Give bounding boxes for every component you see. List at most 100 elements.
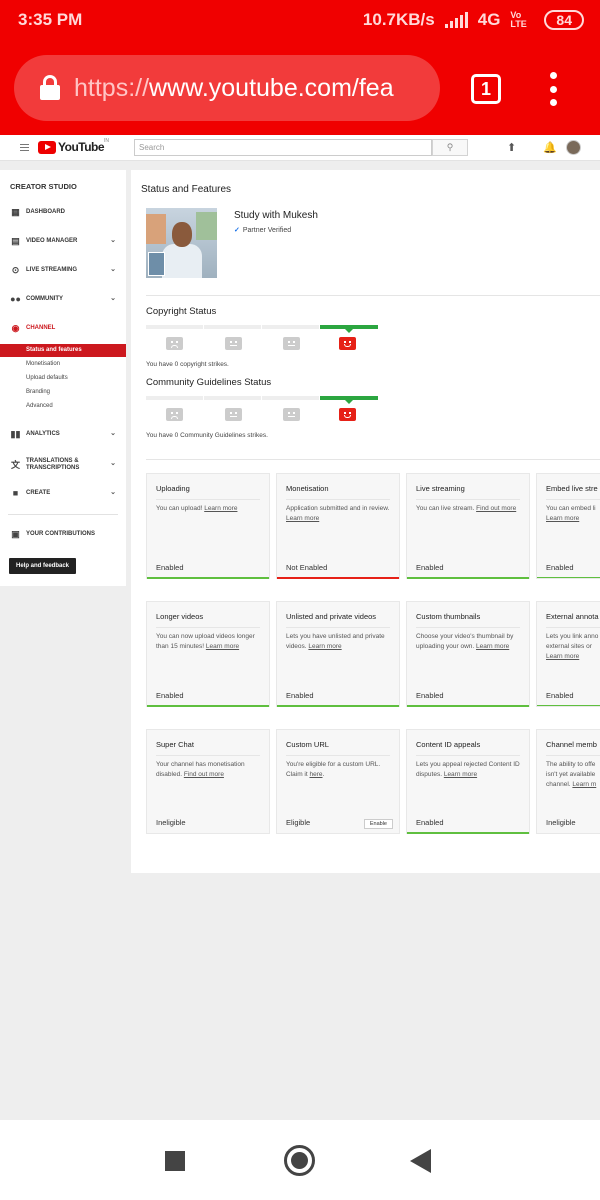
happy-face-icon [339,408,356,421]
learn-more-link[interactable]: Learn more [546,653,579,660]
claim-url-link[interactable]: here [309,771,322,778]
partner-label: Partner Verified [242,227,292,234]
search-button[interactable]: ⚲ [432,139,468,156]
learn-more-link[interactable]: Learn m [572,781,596,788]
neutral-face-icon [225,337,242,350]
sidebar-subitem-branding[interactable]: Branding [0,386,126,399]
address-bar[interactable]: https://www.youtube.com/fea [14,55,440,121]
analytics-icon: ▮▮ [10,428,21,439]
recents-button-icon[interactable] [165,1151,185,1171]
battery-indicator: 84 [544,10,584,30]
tab-switcher-button[interactable]: 1 [471,74,501,104]
sad-face-icon [166,408,183,421]
sidebar-label: VIDEO MANAGER [26,237,78,244]
channel-name[interactable]: Study with Mukesh [234,210,318,221]
back-button-icon[interactable] [410,1149,431,1173]
card-title: External annota [546,612,599,621]
channel-avatar[interactable] [146,208,217,278]
current-indicator [345,329,353,333]
chevron-down-icon: ⌄ [110,489,116,496]
strike-segment [262,325,319,329]
card-title: Live streaming [416,484,465,493]
card-status: Enabled [286,691,314,700]
sidebar-item-your-contributions[interactable]: ▣ YOUR CONTRIBUTIONS [0,524,126,544]
card-title: Custom URL [286,740,329,749]
feature-card-live-streaming: Live streaming You can live stream. Find… [406,473,530,579]
card-status: Enabled [546,563,574,572]
logo-wordmark: YouTube [58,140,105,154]
current-indicator [345,400,353,404]
sidebar-item-translations[interactable]: 文 TRANSLATIONS & TRANSCRIPTIONS ⌄ [0,454,126,476]
card-title: Channel memb [546,740,597,749]
learn-more-link[interactable]: Learn more [204,505,237,512]
partner-verified-badge: ✓ Partner Verified [234,226,291,234]
account-avatar[interactable] [566,140,581,155]
more-menu-icon[interactable] [549,72,557,106]
sidebar-item-dashboard[interactable]: ▦ DASHBOARD [0,202,126,222]
card-desc-text: You can embed li [546,505,596,512]
sidebar-label: ANALYTICS [26,430,60,437]
sidebar-subitem-monetisation[interactable]: Monetisation [0,358,126,371]
url-text[interactable]: https://www.youtube.com/fea [74,74,394,103]
home-button-icon[interactable] [284,1145,315,1176]
card-description: Lets you appeal rejected Content ID disp… [416,760,522,780]
sidebar-subitem-upload-defaults[interactable]: Upload defaults [0,372,126,385]
learn-more-link[interactable]: Learn more [546,515,579,522]
feature-card-custom-url: Custom URL You're eligible for a custom … [276,729,400,834]
card-description: Application submitted and in review. Lea… [286,504,392,524]
learn-more-link[interactable]: Learn more [206,643,239,650]
find-out-more-link[interactable]: Find out more [476,505,516,512]
sidebar-item-live-streaming[interactable]: ⊙ LIVE STREAMING ⌄ [0,260,126,280]
enable-custom-url-button[interactable]: Enable [363,819,393,829]
card-description: Lets you have unlisted and private video… [286,632,392,652]
strike-segment [146,396,203,400]
sidebar-item-analytics[interactable]: ▮▮ ANALYTICS ⌄ [0,424,126,444]
url-protocol: https:// [74,73,150,102]
card-desc-text: You can live stream. [416,505,477,512]
learn-more-link[interactable]: Learn more [444,771,477,778]
card-description: You're eligible for a custom URL. Claim … [286,761,381,778]
sidebar-item-video-manager[interactable]: ▤ VIDEO MANAGER ⌄ [0,231,126,251]
card-title: Longer videos [156,612,204,621]
card-title: Monetisation [286,484,329,493]
sidebar-label: YOUR CONTRIBUTIONS [26,530,95,537]
lock-icon [40,75,60,101]
sidebar-item-channel[interactable]: ◉ CHANNEL [0,318,126,338]
page-title: Status and Features [141,184,232,195]
copyright-status-title: Copyright Status [146,306,217,317]
upload-icon[interactable]: ⬆ [507,141,516,154]
sidebar-subitem-status-and-features[interactable]: Status and features [0,344,126,357]
search-input[interactable]: Search [134,139,432,156]
card-title: Custom thumbnails [416,612,481,621]
card-status: Enabled [156,691,184,700]
card-title: Content ID appeals [416,740,481,749]
sidebar-item-community[interactable]: ●● COMMUNITY ⌄ [0,289,126,309]
live-streaming-icon: ⊙ [11,264,20,275]
card-description: You can live stream. Find out more [416,504,522,514]
card-desc-text: You're eligible for a custom URL. Claim … [286,761,381,778]
sidebar-subitem-advanced[interactable]: Advanced [0,400,126,413]
neutral-face-icon [283,337,300,350]
strike-segment [204,396,261,400]
find-out-more-link[interactable]: Find out more [184,771,224,778]
sidebar-divider [8,514,118,515]
card-status: Enabled [416,691,444,700]
help-and-feedback-button[interactable]: Help and feedback [9,558,76,574]
learn-more-link[interactable]: Learn more [476,643,509,650]
section-divider [146,459,600,460]
android-navigation-bar [0,1120,600,1200]
learn-more-link[interactable]: Learn more [308,643,341,650]
card-status: Ineligible [156,818,186,827]
feature-card-longer-videos: Longer videos You can now upload videos … [146,601,270,707]
guide-menu-icon[interactable] [20,144,29,151]
feature-card-uploading: Uploading You can upload! Learn more Ena… [146,473,270,579]
notifications-bell-icon[interactable]: 🔔 [543,141,557,154]
learn-more-link[interactable]: Learn more [286,515,319,522]
video-manager-icon: ▤ [11,235,20,246]
youtube-logo[interactable]: YouTube IN [38,138,109,154]
happy-face-icon [339,337,356,350]
feature-card-unlisted-private: Unlisted and private videos Lets you hav… [276,601,400,707]
sidebar-item-create[interactable]: ■ CREATE ⌄ [0,483,126,503]
card-status: Enabled [546,691,574,700]
sidebar-title: CREATOR STUDIO [10,182,77,191]
